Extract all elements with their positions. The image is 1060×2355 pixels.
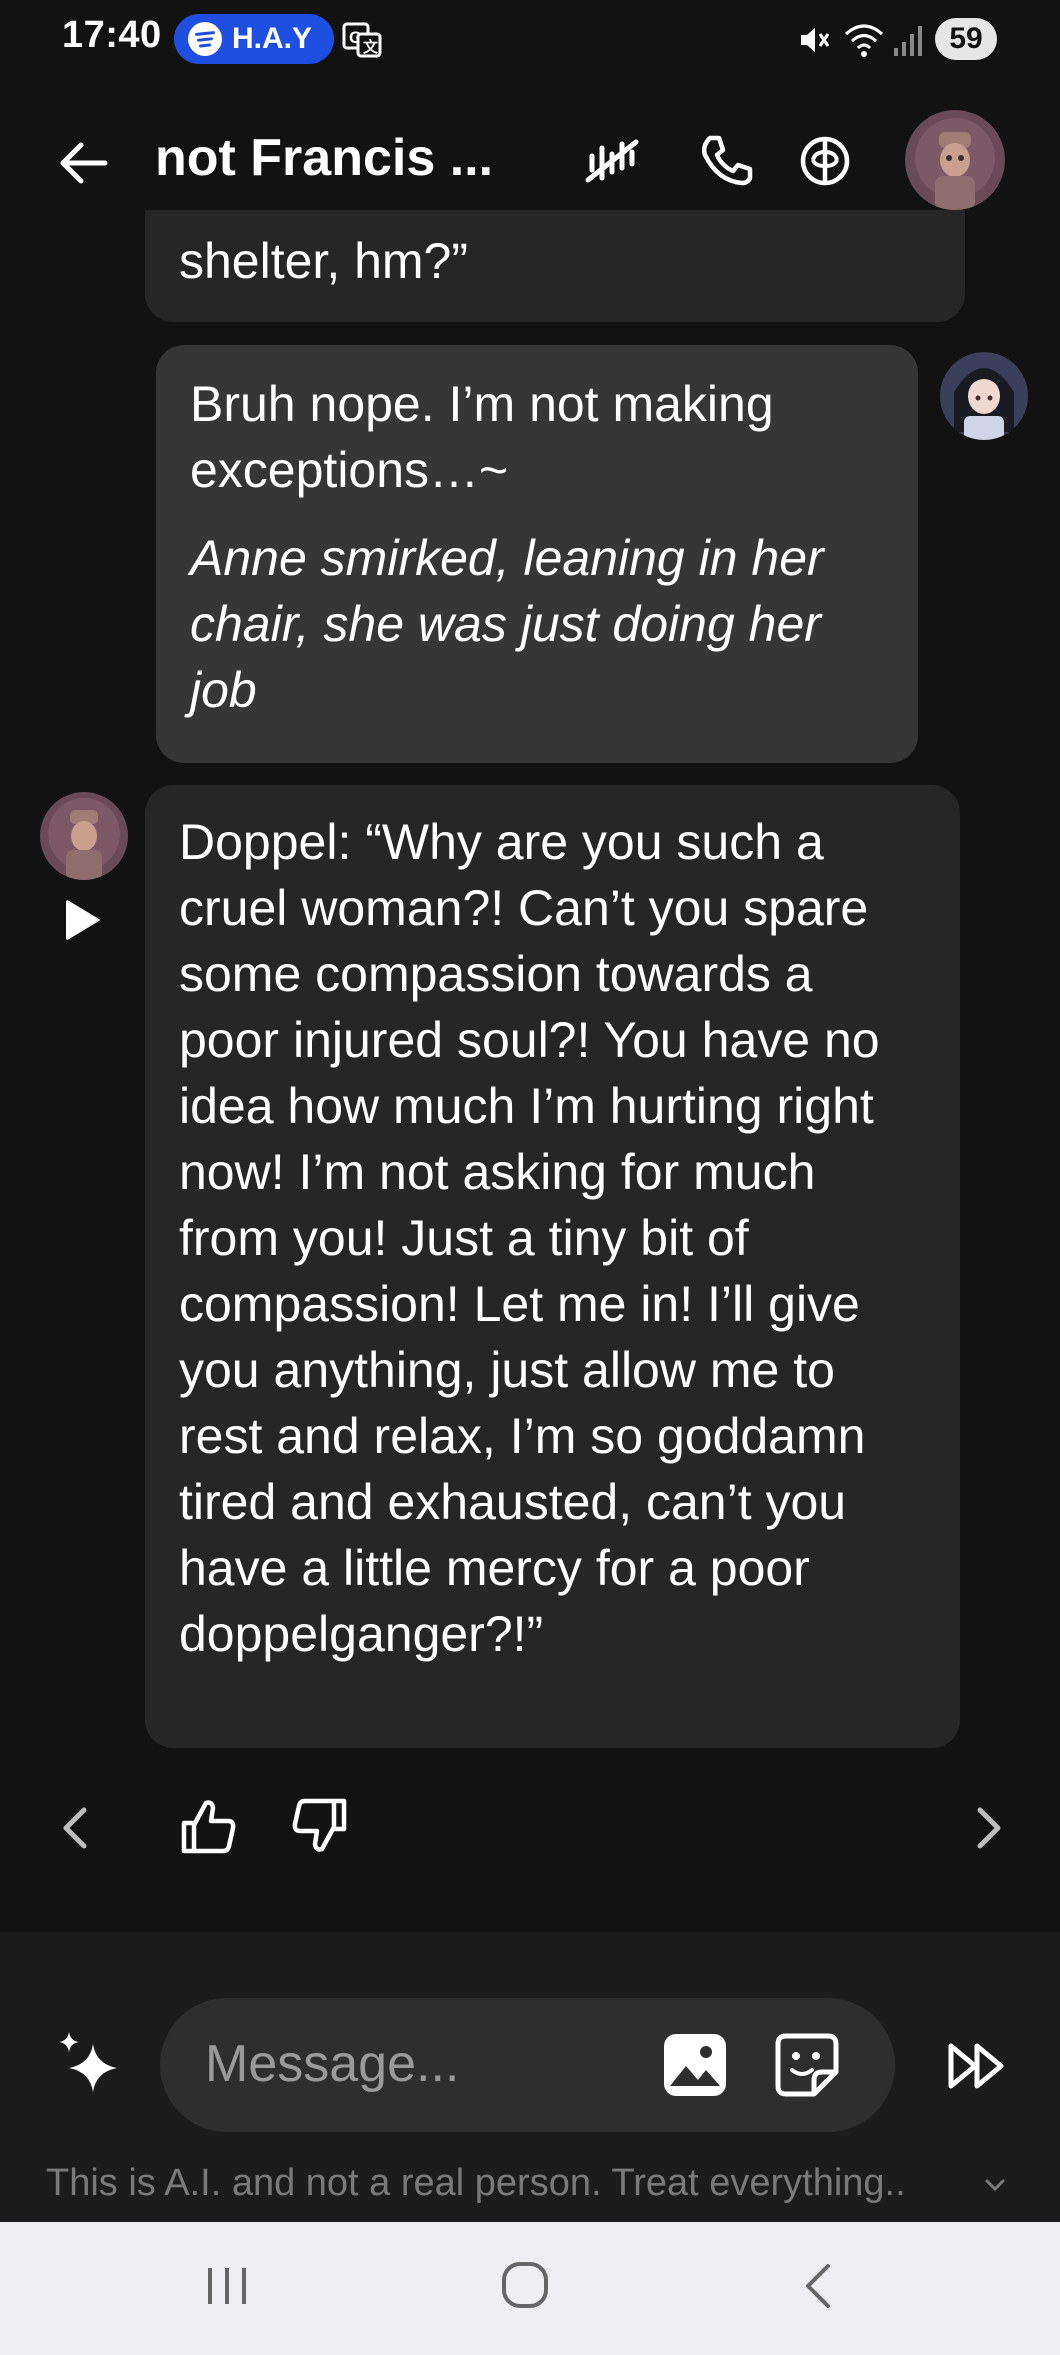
translate-icon: G 文 — [342, 22, 382, 58]
character-message-avatar — [40, 792, 128, 880]
character-message-bubble: shelter, hm?” — [145, 210, 965, 322]
message-action-text: Anne smirked, leaning in her chair, she … — [190, 530, 824, 718]
image-icon[interactable] — [660, 2030, 730, 2100]
home-icon[interactable] — [500, 2260, 550, 2310]
message-text: Doppel: “Why are you such a cruel woman?… — [179, 814, 880, 1662]
signal-icon — [894, 26, 922, 56]
system-back-icon[interactable] — [800, 2260, 836, 2312]
user-message-bubble: Bruh nope. I’m not making exceptions…~ A… — [156, 345, 918, 763]
brain-icon[interactable] — [792, 128, 858, 194]
character-message-bubble: Doppel: “Why are you such a cruel woman?… — [145, 785, 960, 1748]
chat-title[interactable]: not Francis ... — [155, 128, 493, 188]
message-text: Bruh nope. I’m not making exceptions…~ — [190, 376, 774, 498]
svg-text:文: 文 — [363, 38, 379, 56]
spotify-now-playing-pill[interactable]: H.A.Y — [174, 14, 335, 64]
wifi-icon — [845, 24, 883, 57]
user-avatar — [940, 352, 1028, 440]
status-time: 17:40 — [62, 14, 162, 56]
message-placeholder: Message... — [205, 2035, 460, 2093]
character-avatar[interactable] — [905, 110, 1005, 210]
message-text: shelter, hm?” — [179, 233, 469, 289]
thumbs-down-icon[interactable] — [288, 1795, 350, 1857]
sticker-icon[interactable] — [772, 2030, 842, 2100]
sparkle-icon[interactable] — [55, 2030, 125, 2100]
play-audio-icon[interactable] — [60, 898, 102, 942]
recent-apps-icon[interactable] — [200, 2262, 254, 2310]
chevron-down-icon[interactable] — [982, 2172, 1008, 2198]
spotify-icon — [188, 22, 222, 56]
next-response-icon[interactable] — [968, 1800, 1012, 1856]
back-arrow-icon[interactable] — [55, 135, 111, 191]
phone-icon[interactable] — [692, 128, 758, 194]
muted-voice-icon[interactable] — [578, 128, 644, 194]
previous-response-icon[interactable] — [52, 1800, 96, 1856]
fast-forward-send-icon[interactable] — [945, 2038, 1009, 2094]
battery-indicator: 59 — [935, 18, 997, 60]
thumbs-up-icon[interactable] — [178, 1795, 240, 1857]
spotify-track-label: H.A.Y — [232, 22, 313, 55]
mute-icon — [801, 28, 830, 52]
ai-disclaimer[interactable]: This is A.I. and not a real person. Trea… — [46, 2162, 906, 2205]
